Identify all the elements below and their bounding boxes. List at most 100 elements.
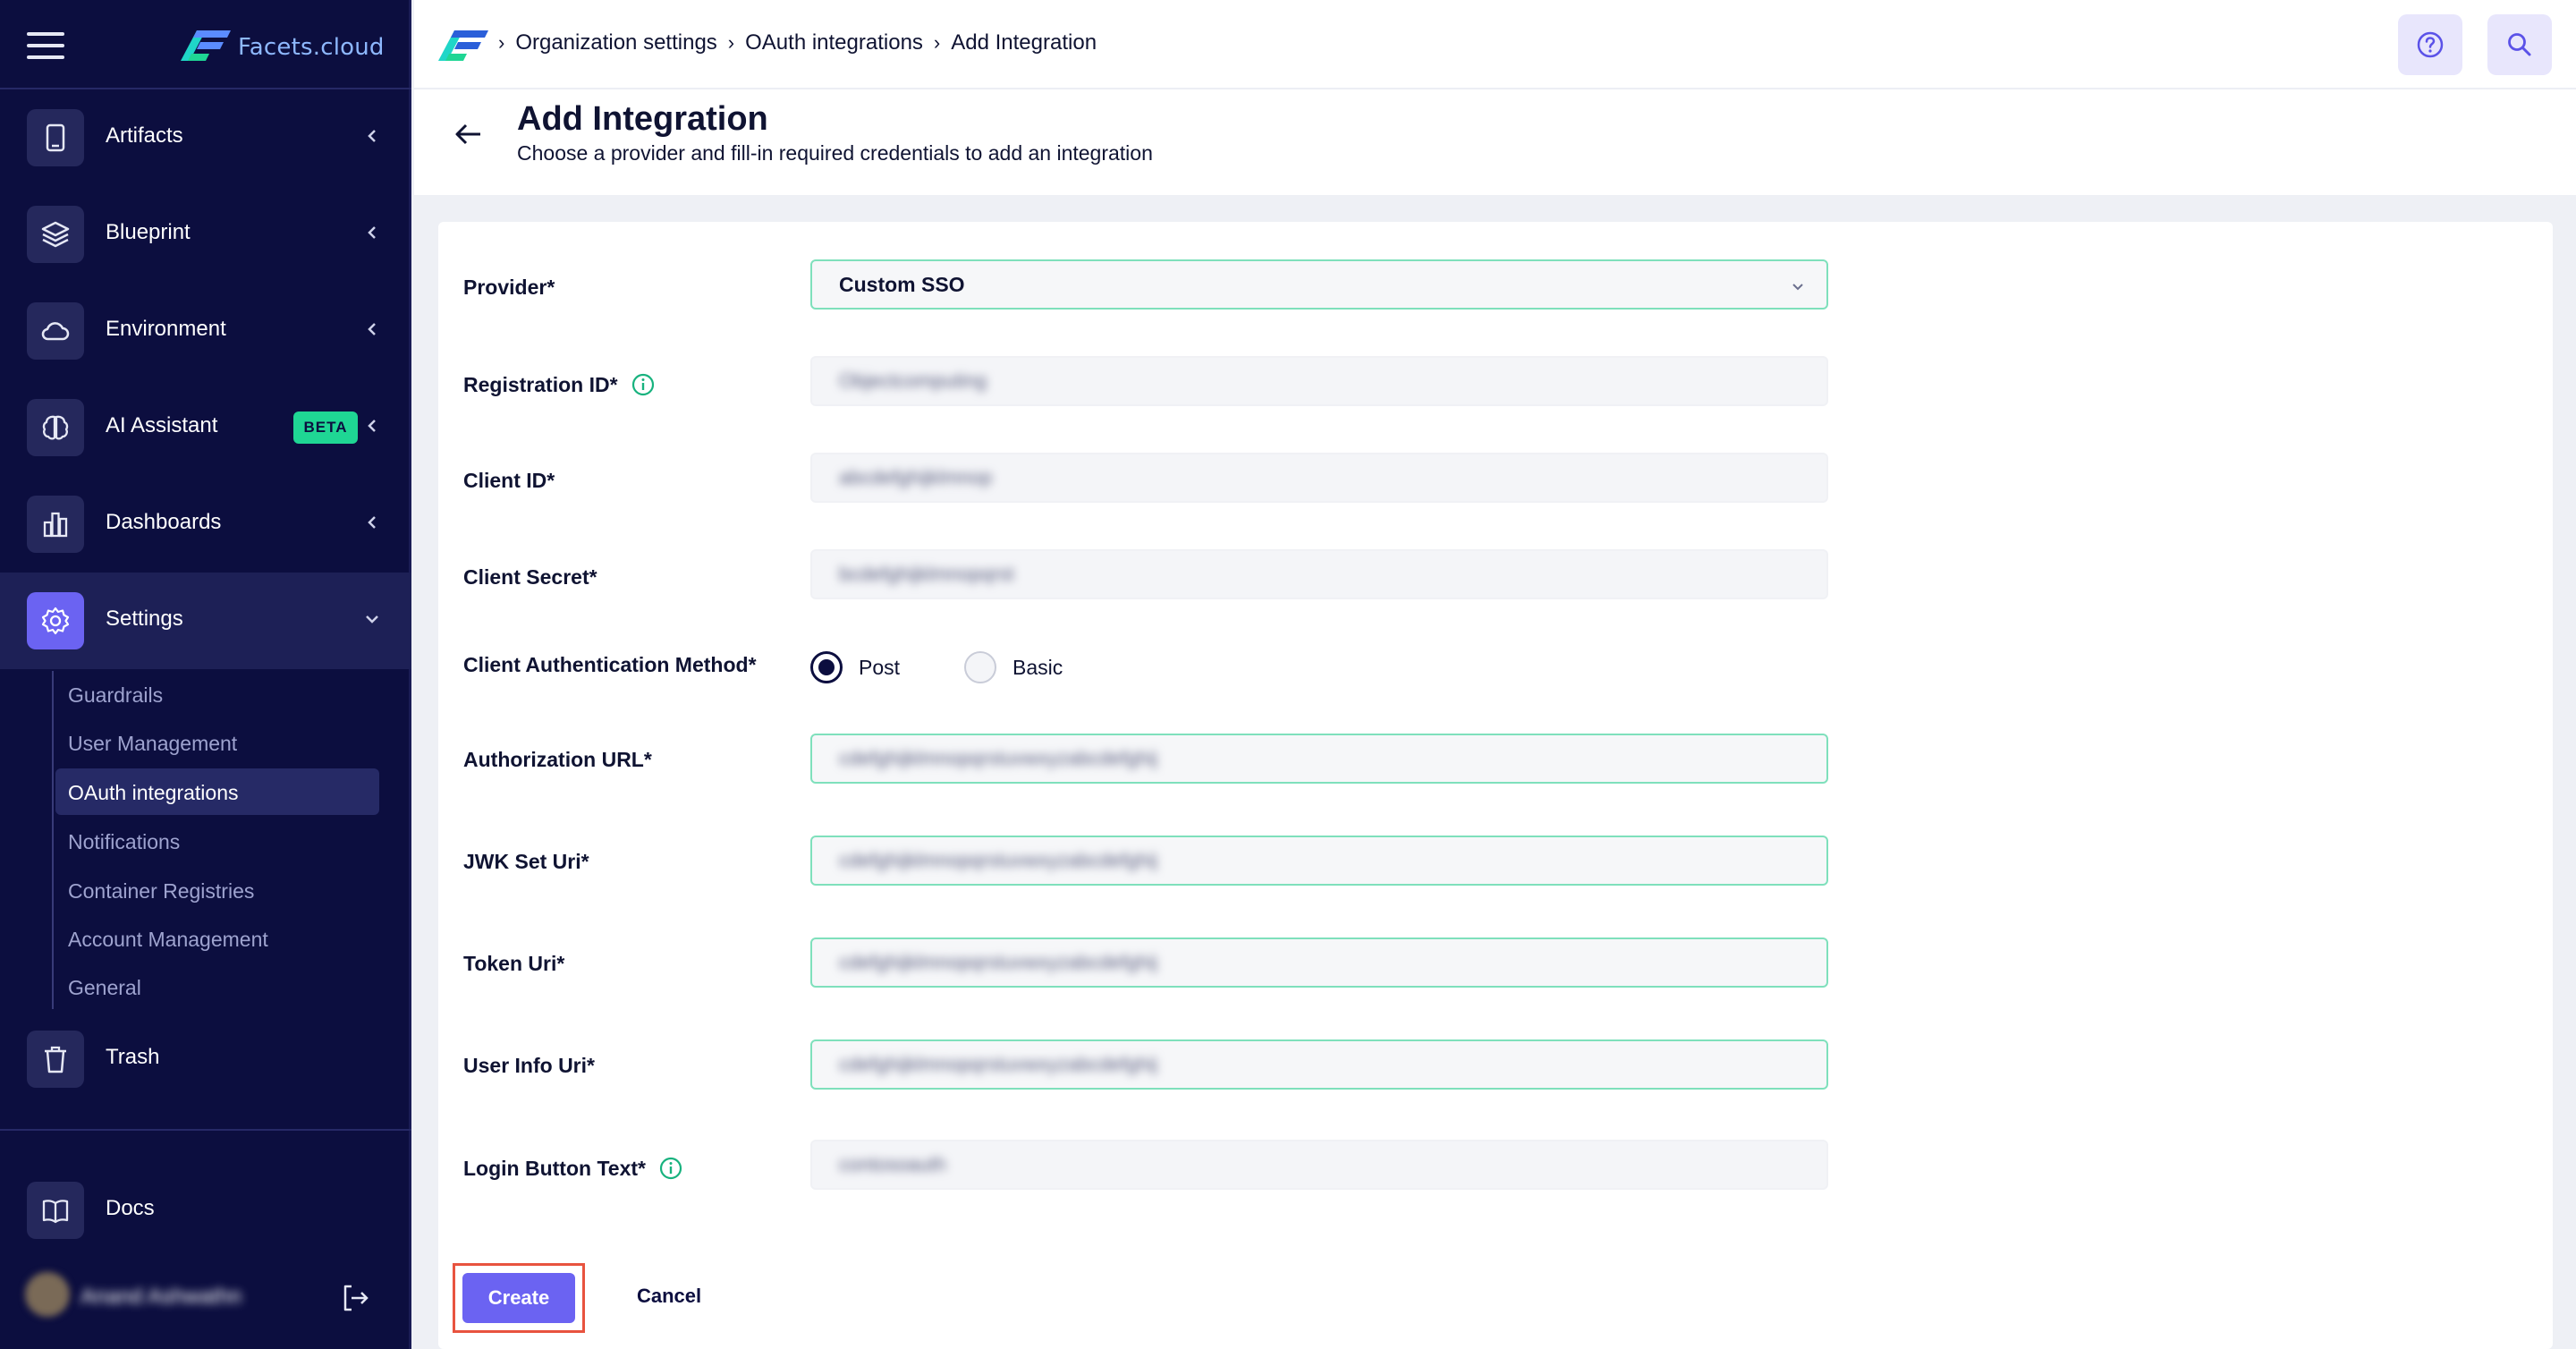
chevron-down-icon (1792, 284, 1803, 291)
radio-basic-label: Basic (1013, 655, 1063, 679)
user-name: Anand Ashwathn (80, 1285, 242, 1309)
sub-item-user-management[interactable]: User Management (55, 719, 379, 766)
token-uri-label-text: Token Uri* (463, 952, 565, 975)
logout-icon[interactable] (338, 1281, 372, 1315)
search-icon (2508, 33, 2531, 56)
breadcrumb-add-integration: Add Integration (951, 30, 1097, 55)
user-info-uri-field[interactable]: cdefghijklmnopqrstuvwxyzabcdefghij (810, 1039, 1828, 1090)
provider-selected-value: Custom SSO (839, 272, 965, 296)
create-button-highlight: Create (453, 1263, 585, 1333)
breadcrumb-separator: › (933, 31, 941, 54)
nav-label: AI Assistant (106, 413, 218, 437)
breadcrumb-separator: › (727, 31, 735, 54)
provider-label-text: Provider* (463, 276, 555, 299)
nav-dashboards[interactable]: Dashboards (0, 476, 411, 573)
sub-item-label: General (68, 976, 141, 999)
sidebar: Facets.cloud Artifacts Blueprint Environ… (0, 0, 411, 1349)
info-icon[interactable] (631, 372, 656, 397)
client-id-label: Client ID* (463, 469, 555, 493)
chevron-left-icon (368, 420, 376, 432)
nav-environment[interactable]: Environment (0, 283, 411, 379)
breadcrumb-organization-settings[interactable]: Organization settings (515, 30, 716, 55)
page-header: Add Integration Choose a provider and fi… (414, 89, 2576, 195)
nav-label: Artifacts (106, 123, 183, 148)
sub-item-account-management[interactable]: Account Management (55, 915, 379, 962)
radio-post[interactable]: Post (810, 651, 900, 683)
nav-label: Docs (106, 1196, 155, 1220)
nav-label: Blueprint (106, 220, 191, 244)
sub-item-label: Container Registries (68, 879, 255, 903)
token-uri-value: cdefghijklmnopqrstuvwxyzabcdefghij (839, 951, 1157, 973)
cancel-button[interactable]: Cancel (637, 1285, 701, 1308)
auth-method-label: Client Authentication Method* (463, 653, 757, 677)
create-button[interactable]: Create (462, 1273, 575, 1323)
info-icon[interactable] (658, 1156, 683, 1181)
nav-label: Settings (106, 607, 183, 631)
breadcrumb-separator: › (498, 31, 505, 54)
breadcrumb-oauth-integrations[interactable]: OAuth integrations (745, 30, 923, 55)
registration-id-value: Objectcomputing (839, 369, 987, 392)
registration-id-field[interactable]: Objectcomputing (810, 356, 1828, 406)
nav-trash[interactable]: Trash (0, 1011, 411, 1107)
cloud-icon (27, 302, 84, 360)
facets-logo[interactable] (179, 27, 233, 63)
radio-basic[interactable]: Basic (964, 651, 1063, 683)
nav-ai-assistant[interactable]: AI Assistant BETA (0, 379, 411, 476)
sub-item-guardrails[interactable]: Guardrails (55, 671, 379, 717)
nav-docs[interactable]: Docs (0, 1162, 411, 1259)
registration-id-label: Registration ID* (463, 372, 656, 397)
nav-artifacts[interactable]: Artifacts (0, 89, 411, 186)
sub-item-general[interactable]: General (55, 963, 379, 1010)
sub-item-oauth-integrations[interactable]: OAuth integrations (55, 768, 379, 815)
client-secret-field[interactable]: bcdefghijklmnopqrst (810, 549, 1828, 599)
sidebar-header: Facets.cloud (0, 0, 411, 89)
login-button-text-field[interactable]: contosoauth (810, 1140, 1828, 1190)
menu-icon[interactable] (27, 32, 64, 59)
authorization-url-label-text: Authorization URL* (463, 748, 652, 771)
login-button-text-value: contosoauth (839, 1153, 946, 1175)
beta-badge: BETA (293, 411, 358, 444)
page-subtitle: Choose a provider and fill-in required c… (517, 141, 1153, 165)
back-arrow-icon[interactable] (450, 116, 486, 152)
user-profile[interactable]: Anand Ashwathn (25, 1265, 401, 1329)
sub-item-label: Notifications (68, 830, 181, 853)
sub-item-label: Guardrails (68, 683, 164, 707)
avatar (25, 1272, 70, 1317)
top-bar: › Organization settings › OAuth integrat… (414, 0, 2576, 89)
jwk-set-uri-value: cdefghijklmnopqrstuvwxyzabcdefghij (839, 849, 1157, 871)
sub-item-label: User Management (68, 732, 238, 755)
sub-item-notifications[interactable]: Notifications (55, 818, 379, 864)
registration-id-label-text: Registration ID* (463, 372, 618, 396)
client-secret-label: Client Secret* (463, 565, 597, 590)
layers-icon (27, 206, 84, 263)
token-uri-label: Token Uri* (463, 952, 564, 976)
authorization-url-value: cdefghijklmnopqrstuvwxyzabcdefghij (839, 747, 1157, 769)
help-icon (2417, 31, 2444, 58)
help-button[interactable] (2398, 14, 2462, 75)
radio-basic-circle (964, 651, 997, 683)
authorization-url-field[interactable]: cdefghijklmnopqrstuvwxyzabcdefghij (810, 734, 1828, 784)
nav-settings[interactable]: Settings (0, 573, 411, 669)
jwk-set-uri-label-text: JWK Set Uri* (463, 850, 589, 873)
jwk-set-uri-field[interactable]: cdefghijklmnopqrstuvwxyzabcdefghij (810, 836, 1828, 886)
authorization-url-label: Authorization URL* (463, 748, 652, 772)
nav-label: Trash (106, 1045, 160, 1069)
token-uri-field[interactable]: cdefghijklmnopqrstuvwxyzabcdefghij (810, 938, 1828, 988)
chevron-left-icon (368, 323, 376, 335)
trash-icon (27, 1031, 84, 1088)
login-button-text-label: Login Button Text* (463, 1156, 683, 1181)
chevron-left-icon (368, 516, 376, 529)
provider-select[interactable]: Custom SSO (810, 259, 1828, 310)
nav-label: Environment (106, 317, 226, 341)
auth-method-label-text: Client Authentication Method* (463, 653, 757, 676)
client-id-field[interactable]: abcdefghijklmnop (810, 453, 1828, 503)
search-button[interactable] (2487, 14, 2552, 75)
sub-item-container-registries[interactable]: Container Registries (55, 867, 379, 913)
sub-item-label: Account Management (68, 928, 268, 951)
auth-method-radio-group: Post Basic (810, 651, 1127, 683)
facets-logo[interactable] (436, 27, 490, 63)
chevron-down-icon (366, 615, 378, 624)
sub-item-label: OAuth integrations (68, 781, 239, 804)
nav-blueprint[interactable]: Blueprint (0, 186, 411, 283)
bar-chart-icon (27, 496, 84, 553)
